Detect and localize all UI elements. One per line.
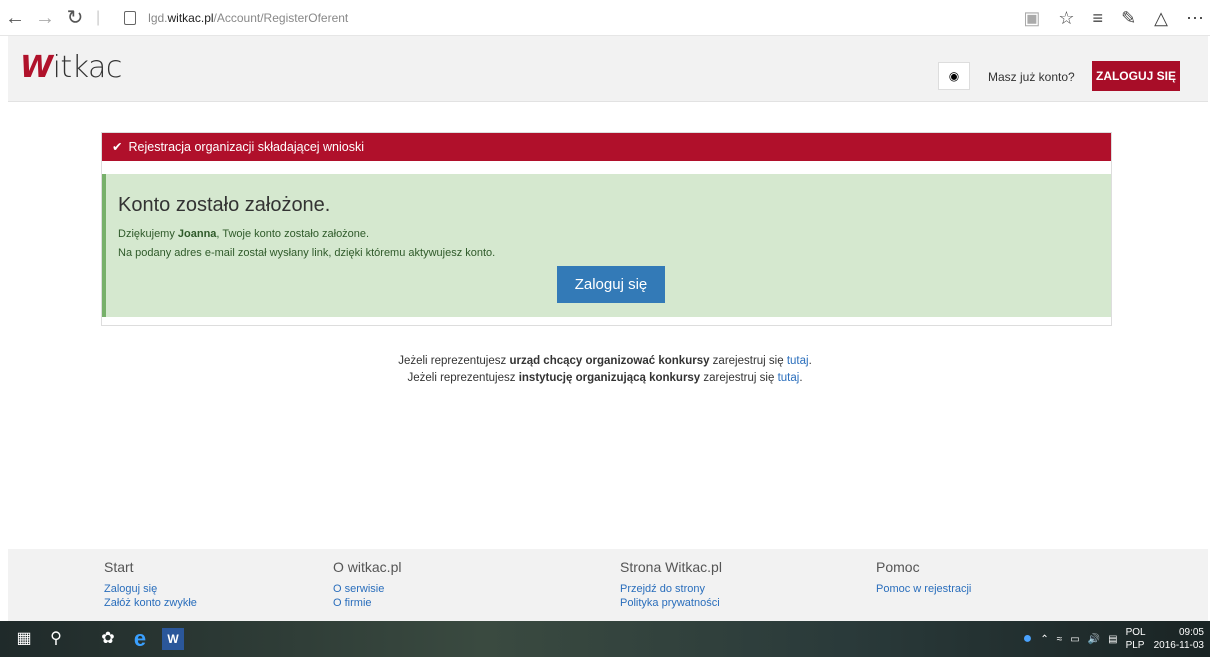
footer-link[interactable]: O serwisie	[333, 583, 401, 595]
action-center-icon[interactable]: ▤	[1108, 634, 1117, 645]
word-icon[interactable]: W	[162, 628, 184, 650]
institution-register-note: Jeżeli reprezentujesz instytucję organiz…	[407, 372, 803, 384]
footer-link[interactable]: Zaloguj się	[104, 583, 197, 595]
email-note: Na podany adres e-mail został wysłany li…	[118, 247, 496, 259]
paint-icon[interactable]: ✿	[92, 623, 124, 655]
check-icon: ✔	[112, 140, 123, 154]
url-host: witkac.pl	[167, 10, 214, 25]
office-register-note: Jeżeli reprezentujesz urząd chcący organ…	[398, 355, 812, 367]
back-icon[interactable]: ←	[0, 0, 30, 36]
windows-taskbar: ▦ ⚲ ✿ e W ● ⌃ ≈ ▭ 🔊 ▤ POL PLP 09:05 2016-1…	[0, 621, 1210, 657]
footer-heading: O witkac.pl	[333, 559, 402, 575]
address-bar[interactable]: lgd.witkac.pl/Account/RegisterOferent	[124, 10, 349, 25]
have-account-text: Masz już konto?	[988, 70, 1075, 84]
clock[interactable]: 09:05 2016-11-03	[1154, 626, 1204, 652]
more-icon[interactable]: ⋯	[1186, 0, 1204, 36]
favorite-star-icon[interactable]: ☆	[1058, 0, 1074, 36]
witkac-logo[interactable]: Witkac	[20, 50, 122, 85]
footer-link[interactable]: Polityka prywatności	[620, 597, 722, 609]
edge-browser-icon[interactable]: e	[124, 623, 156, 655]
footer-heading: Pomoc	[876, 559, 920, 575]
login-button[interactable]: Zaloguj się	[557, 266, 665, 303]
browser-toolbar: ← → ↻ | lgd.witkac.pl/Account/RegisterOf…	[0, 0, 1210, 36]
thanks-text: Dziękujemy Joanna, Twoje konto zostało z…	[118, 228, 370, 240]
site-header: Witkac ◉ Masz już konto? ZALOGUJ SIĘ	[8, 36, 1208, 102]
footer-heading: Strona Witkac.pl	[620, 559, 722, 575]
url-prefix: lgd.	[148, 10, 168, 25]
site-footer: Start Zaloguj się Załóż konto zwykłe O w…	[8, 549, 1208, 621]
footer-link[interactable]: Pomoc w rejestracji	[876, 583, 971, 595]
wifi-icon[interactable]: ≈	[1057, 634, 1063, 645]
show-hidden-icons-icon[interactable]: ⌃	[1040, 634, 1048, 645]
registration-panel: ✔ Rejestracja organizacji składającej wni…	[101, 132, 1112, 326]
user-name: Joanna	[177, 228, 217, 240]
share-icon[interactable]: △	[1154, 0, 1168, 36]
language-indicator[interactable]: POL PLP	[1126, 626, 1146, 652]
url-path: /Account/RegisterOferent	[213, 10, 349, 25]
footer-column-start: Start Zaloguj się Załóż konto zwykłe	[104, 559, 197, 609]
footer-column-about: O witkac.pl O serwisie O firmie	[333, 559, 401, 609]
lock-icon	[124, 10, 137, 25]
footer-link[interactable]: O firmie	[333, 597, 401, 609]
forward-icon[interactable]: →	[30, 0, 60, 36]
web-note-icon[interactable]: ✎	[1121, 0, 1136, 36]
institution-register-link[interactable]: tutaj	[778, 372, 800, 384]
footer-column-site: Strona Witkac.pl Przejdź do strony Polit…	[620, 559, 722, 609]
hub-icon[interactable]: ≡	[1093, 0, 1104, 36]
login-header-button[interactable]: ZALOGUJ SIĘ	[1092, 61, 1180, 91]
divider: |	[96, 8, 101, 26]
panel-heading: ✔ Rejestracja organizacji składającej wni…	[102, 133, 1111, 161]
volume-icon[interactable]: 🔊	[1088, 634, 1100, 645]
windows-start-icon[interactable]: ▦	[8, 623, 40, 655]
footer-heading: Start	[104, 559, 134, 575]
battery-icon[interactable]: ▭	[1070, 634, 1079, 645]
footer-link[interactable]: Przejdź do strony	[620, 583, 722, 595]
refresh-icon[interactable]: ↻	[60, 0, 90, 36]
success-alert: Konto zostało założone. Dziękujemy Joann…	[102, 174, 1111, 317]
panel-title: Rejestracja organizacji składającej wnio…	[128, 140, 365, 154]
footer-link[interactable]: Załóż konto zwykłe	[104, 597, 197, 609]
notification-badge-icon[interactable]: ●	[1023, 630, 1033, 648]
office-register-link[interactable]: tutaj	[787, 355, 809, 367]
eye-icon[interactable]: ◉	[938, 62, 970, 90]
reading-view-icon[interactable]: ▣	[1023, 0, 1040, 36]
success-title: Konto zostało założone.	[118, 194, 331, 216]
footer-column-help: Pomoc Pomoc w rejestracji	[876, 559, 971, 595]
search-icon[interactable]: ⚲	[40, 623, 72, 655]
